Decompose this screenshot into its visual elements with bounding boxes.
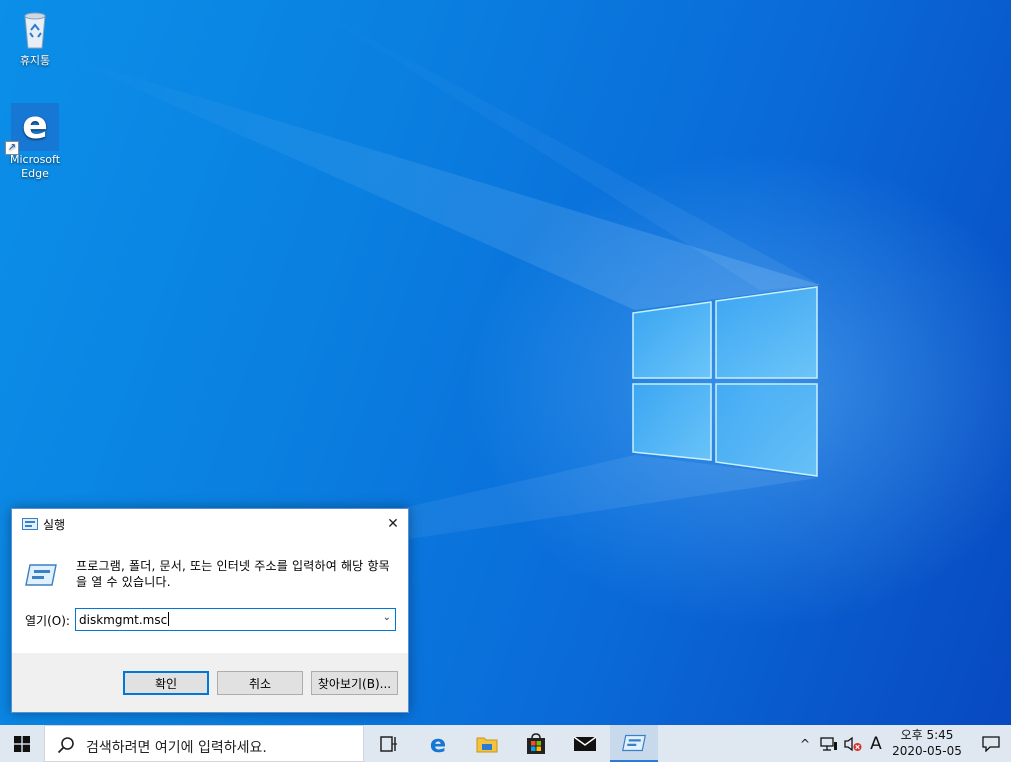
search-placeholder: 검색하려면 여기에 입력하세요. [86, 740, 267, 756]
open-label: 열기(O): [25, 614, 70, 628]
desktop-icon-label: Microsoft Edge [9, 153, 61, 180]
notification-icon [981, 735, 1000, 752]
show-hidden-icons-button[interactable]: ^ [795, 725, 815, 762]
chevron-up-icon: ^ [799, 736, 811, 751]
desktop-icon-recycle-bin[interactable]: 휴지통 [3, 4, 67, 68]
action-center-button[interactable] [970, 725, 1011, 762]
run-icon [25, 564, 57, 586]
shortcut-arrow-icon: ↗ [5, 141, 19, 155]
command-input[interactable]: diskmgmt.msc ⌄ [75, 608, 396, 631]
volume-button[interactable] [842, 725, 864, 762]
task-view-button[interactable] [365, 725, 413, 762]
taskbar-store-button[interactable] [512, 725, 560, 762]
close-icon: ✕ [387, 516, 399, 532]
start-button[interactable] [0, 725, 44, 762]
network-button[interactable] [818, 725, 840, 762]
taskbar-edge-button[interactable]: e [414, 725, 462, 762]
cancel-button[interactable]: 취소 [217, 671, 303, 695]
task-view-icon [380, 735, 397, 752]
volume-muted-icon [844, 736, 862, 751]
run-dialog-body: 프로그램, 폴더, 문서, 또는 인터넷 주소를 입력하여 해당 항목을 열 수… [12, 539, 408, 653]
browse-button[interactable]: 찾아보기(B)... [311, 671, 398, 695]
ime-label: A [870, 733, 882, 754]
edge-icon: e [429, 729, 447, 758]
taskbar-clock[interactable]: 오후 5:45 2020-05-05 [886, 727, 968, 759]
run-icon [622, 734, 646, 751]
taskbar-file-explorer-button[interactable] [463, 725, 511, 762]
clock-date: 2020-05-05 [892, 744, 962, 758]
chevron-down-icon[interactable]: ⌄ [383, 612, 391, 623]
run-dialog-titlebar[interactable]: 실행 ✕ [12, 509, 408, 539]
recycle-bin-icon [11, 4, 59, 52]
search-icon [57, 737, 74, 754]
desktop-icon-edge[interactable]: e ↗ Microsoft Edge [3, 103, 67, 181]
edge-icon: e ↗ [5, 103, 59, 155]
command-value: diskmgmt.msc [79, 613, 168, 627]
close-button[interactable]: ✕ [378, 509, 408, 539]
run-description: 프로그램, 폴더, 문서, 또는 인터넷 주소를 입력하여 해당 항목을 열 수… [76, 559, 390, 589]
network-icon [820, 736, 837, 751]
clock-time: 오후 5:45 [900, 728, 954, 742]
taskbar-search-box[interactable]: 검색하려면 여기에 입력하세요. [44, 725, 364, 762]
run-dialog: 실행 ✕ 프로그램, 폴더, 문서, 또는 인터넷 주소를 입력하여 해당 항목… [11, 508, 409, 713]
taskbar: 검색하려면 여기에 입력하세요. e ^ A 오후 5:45 2020-05-0… [0, 725, 1011, 762]
ime-indicator[interactable]: A [865, 725, 887, 762]
ok-button[interactable]: 확인 [123, 671, 209, 695]
desktop-icon-label: 휴지통 [19, 54, 51, 67]
run-dialog-footer: 확인 취소 찾아보기(B)... [12, 653, 408, 712]
run-icon [22, 518, 38, 530]
run-dialog-title: 실행 [43, 518, 66, 532]
mail-icon [573, 735, 597, 751]
store-icon [527, 732, 545, 754]
taskbar-mail-button[interactable] [561, 725, 609, 762]
taskbar-run-button[interactable] [610, 725, 658, 762]
windows-start-icon [14, 735, 30, 752]
file-explorer-icon [476, 737, 498, 752]
